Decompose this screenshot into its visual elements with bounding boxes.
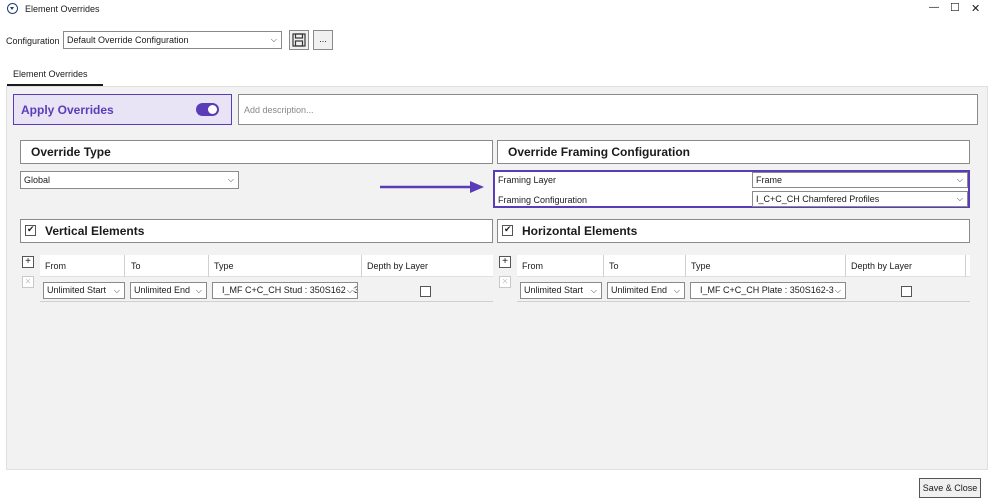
column-header: Depth by Layer: [367, 261, 429, 271]
save-close-button[interactable]: Save & Close: [919, 478, 981, 498]
vertical-to-dropdown[interactable]: Unlimited End ⌵: [130, 282, 207, 299]
framing-config-box: Framing Layer Frame ⌵ Framing Configurat…: [493, 170, 970, 208]
framing-layer-value: Frame: [756, 175, 783, 185]
horizontal-type-value: I_MF C+C_CH Plate : 350S162-33: [700, 285, 839, 295]
more-options-button[interactable]: ...: [313, 30, 333, 50]
override-type-title: Override Type: [31, 145, 111, 159]
save-close-label: Save & Close: [922, 483, 978, 493]
framing-layer-dropdown[interactable]: Frame ⌵: [752, 172, 968, 188]
configuration-value: Default Override Configuration: [67, 35, 189, 45]
save-config-button[interactable]: [289, 30, 309, 50]
remove-row-icon[interactable]: ✕: [22, 276, 34, 288]
column-header: To: [609, 261, 619, 271]
app-logo-icon: [7, 3, 18, 14]
more-options-label: ...: [319, 34, 327, 44]
apply-overrides-toggle[interactable]: [196, 103, 219, 116]
horizontal-elements-header: Horizontal Elements: [497, 219, 970, 243]
framing-header: Override Framing Configuration: [497, 140, 970, 164]
horizontal-grid-header: From To Type Depth by Layer: [517, 255, 970, 277]
vertical-depth-checkbox[interactable]: [420, 286, 431, 297]
close-button[interactable]: ✕: [971, 2, 980, 15]
framing-config-value: I_C+C_CH Chamfered Profiles: [756, 194, 880, 204]
override-type-value: Global: [24, 175, 51, 185]
chevron-down-icon: ⌵: [113, 286, 120, 295]
vertical-type-dropdown[interactable]: I_MF C+C_CH Stud : 350S162-33 ⌵: [212, 282, 358, 299]
column-header: From: [522, 261, 543, 271]
configuration-dropdown[interactable]: Default Override Configuration ⌵: [63, 31, 282, 49]
chevron-down-icon: ⌵: [956, 175, 963, 184]
framing-title: Override Framing Configuration: [508, 145, 691, 159]
chevron-down-icon: ⌵: [195, 286, 202, 295]
tab-element-overrides[interactable]: Element Overrides: [7, 66, 103, 86]
chevron-down-icon: ⌵: [345, 283, 353, 298]
horizontal-from-value: Unlimited Start: [524, 285, 584, 295]
maximize-button[interactable]: ☐: [950, 1, 960, 14]
vertical-elements-title: Vertical Elements: [45, 224, 145, 238]
tab-label: Element Overrides: [13, 69, 88, 79]
add-row-icon[interactable]: +: [499, 256, 511, 268]
horizontal-type-dropdown[interactable]: I_MF C+C_CH Plate : 350S162-33 ⌵: [690, 282, 846, 299]
horizontal-elements-checkbox[interactable]: [502, 224, 513, 236]
configuration-label: Configuration: [6, 36, 60, 46]
column-header: Type: [691, 261, 711, 271]
vertical-from-value: Unlimited Start: [47, 285, 107, 295]
framing-config-label: Framing Configuration: [498, 195, 588, 205]
vertical-from-dropdown[interactable]: Unlimited Start ⌵: [43, 282, 125, 299]
apply-overrides-box: Apply Overrides: [13, 94, 232, 125]
chevron-down-icon: ⌵: [227, 175, 234, 184]
override-type-header: Override Type: [20, 140, 493, 164]
horizontal-elements-title: Horizontal Elements: [522, 224, 638, 238]
chevron-down-icon: ⌵: [590, 286, 597, 295]
chevron-down-icon: ⌵: [956, 194, 963, 203]
override-type-dropdown[interactable]: Global ⌵: [20, 171, 239, 189]
apply-overrides-label: Apply Overrides: [21, 103, 114, 117]
horizontal-to-dropdown[interactable]: Unlimited End ⌵: [607, 282, 685, 299]
window-title: Element Overrides: [25, 4, 100, 14]
framing-config-dropdown[interactable]: I_C+C_CH Chamfered Profiles ⌵: [752, 191, 968, 207]
column-header: From: [45, 261, 66, 271]
remove-row-icon[interactable]: ✕: [499, 276, 511, 288]
description-placeholder: Add description...: [244, 105, 314, 115]
vertical-to-value: Unlimited End: [134, 285, 191, 295]
horizontal-from-dropdown[interactable]: Unlimited Start ⌵: [520, 282, 602, 299]
add-row-icon[interactable]: +: [22, 256, 34, 268]
column-header: Depth by Layer: [851, 261, 913, 271]
vertical-grid-header: From To Type Depth by Layer: [40, 255, 493, 277]
description-input[interactable]: Add description...: [238, 94, 978, 125]
chevron-down-icon: ⌵: [673, 286, 680, 295]
vertical-elements-header: Vertical Elements: [20, 219, 493, 243]
horizontal-to-value: Unlimited End: [611, 285, 668, 295]
column-header: To: [131, 261, 141, 271]
minimize-button[interactable]: —: [929, 2, 939, 13]
framing-layer-label: Framing Layer: [498, 175, 557, 185]
chevron-down-icon: ⌵: [833, 283, 841, 298]
annotation-arrow: [380, 181, 484, 193]
vertical-elements-checkbox[interactable]: [25, 224, 36, 236]
column-header: Type: [214, 261, 234, 271]
vertical-type-value: I_MF C+C_CH Stud : 350S162-33: [222, 285, 358, 295]
title-bar: Element Overrides — ☐ ✕: [0, 0, 990, 20]
chevron-down-icon: ⌵: [270, 35, 277, 44]
save-icon: [292, 33, 306, 47]
horizontal-depth-checkbox[interactable]: [901, 286, 912, 297]
